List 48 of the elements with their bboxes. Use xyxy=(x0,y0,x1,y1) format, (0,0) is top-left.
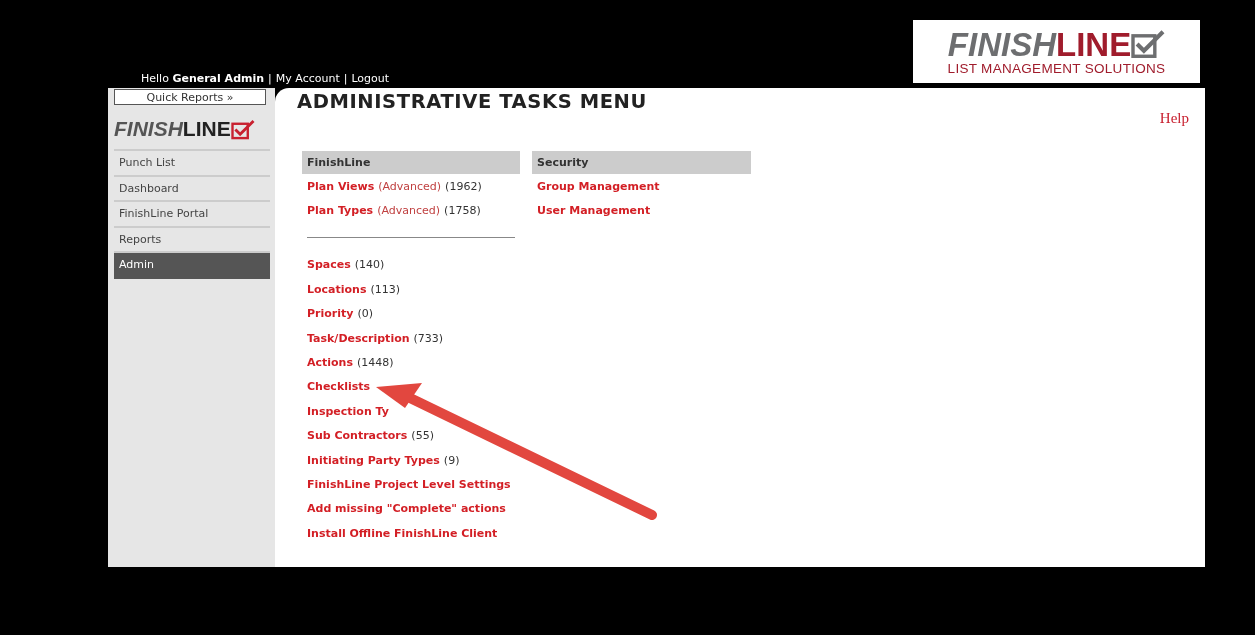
section-header: FinishLine xyxy=(302,151,520,174)
section-header: Security xyxy=(532,151,751,174)
nav-item[interactable]: FinishLine Portal xyxy=(114,202,270,228)
nav-item[interactable]: Admin xyxy=(114,253,270,279)
admin-link[interactable]: Task/Description xyxy=(307,331,410,345)
page-title: ADMINISTRATIVE TASKS MENU xyxy=(297,90,648,113)
quick-reports-button[interactable]: Quick Reports » xyxy=(114,89,266,105)
count-text: (1758) xyxy=(444,204,481,218)
admin-link[interactable]: Priority xyxy=(307,307,354,321)
admin-link[interactable]: User Management xyxy=(537,204,651,218)
nav-item[interactable]: Punch List xyxy=(114,151,270,177)
nav-item[interactable]: Dashboard xyxy=(114,176,270,202)
count-text: (9) xyxy=(443,453,460,467)
count-text: (733) xyxy=(413,331,444,345)
advanced-link[interactable]: (Advanced) xyxy=(378,179,442,193)
admin-link[interactable]: Add missing "Complete" actions xyxy=(307,502,506,516)
admin-link[interactable]: Locations xyxy=(307,282,367,296)
count-text: (113) xyxy=(370,282,401,296)
logo-text: FINISH xyxy=(114,117,183,141)
logo-text: LINE xyxy=(182,117,231,141)
header-link[interactable]: Logout xyxy=(351,72,390,85)
admin-link[interactable]: Plan Views xyxy=(307,179,375,193)
header-link[interactable]: My Account xyxy=(275,72,340,85)
logo-text: FINISH xyxy=(947,27,1056,61)
admin-link[interactable]: Actions xyxy=(307,356,353,370)
count-text: (55) xyxy=(411,429,434,443)
count-text: (140) xyxy=(354,258,385,272)
admin-link[interactable]: Group Management xyxy=(537,179,660,193)
admin-link[interactable]: Sub Contractors xyxy=(307,429,408,443)
admin-link[interactable]: Spaces xyxy=(307,258,351,272)
checkbox-icon xyxy=(1131,29,1166,59)
separator: | xyxy=(343,72,348,85)
admin-link[interactable]: Checklists xyxy=(307,380,371,394)
admin-link[interactable]: Inspection Ty xyxy=(307,404,389,418)
logo-tagline: LIST MANAGEMENT SOLUTIONS xyxy=(947,60,1166,76)
admin-link[interactable]: FinishLine Project Level Settings xyxy=(307,478,511,491)
count-text: (1448) xyxy=(357,356,394,370)
admin-link[interactable]: Install Offline FinishLine Client xyxy=(307,526,498,540)
checkbox-icon xyxy=(230,118,255,140)
separator: | xyxy=(268,72,272,85)
count-text: (1962) xyxy=(445,179,482,193)
count-text: (0) xyxy=(357,307,374,321)
admin-link[interactable]: Initiating Party Types xyxy=(307,453,440,467)
advanced-link[interactable]: (Advanced) xyxy=(377,204,441,218)
greeting-text: Hello General Admin xyxy=(141,72,265,85)
logo-text: LINE xyxy=(1056,27,1132,61)
admin-link[interactable]: Plan Types xyxy=(307,204,374,218)
help-link[interactable]: Help xyxy=(1159,110,1189,127)
